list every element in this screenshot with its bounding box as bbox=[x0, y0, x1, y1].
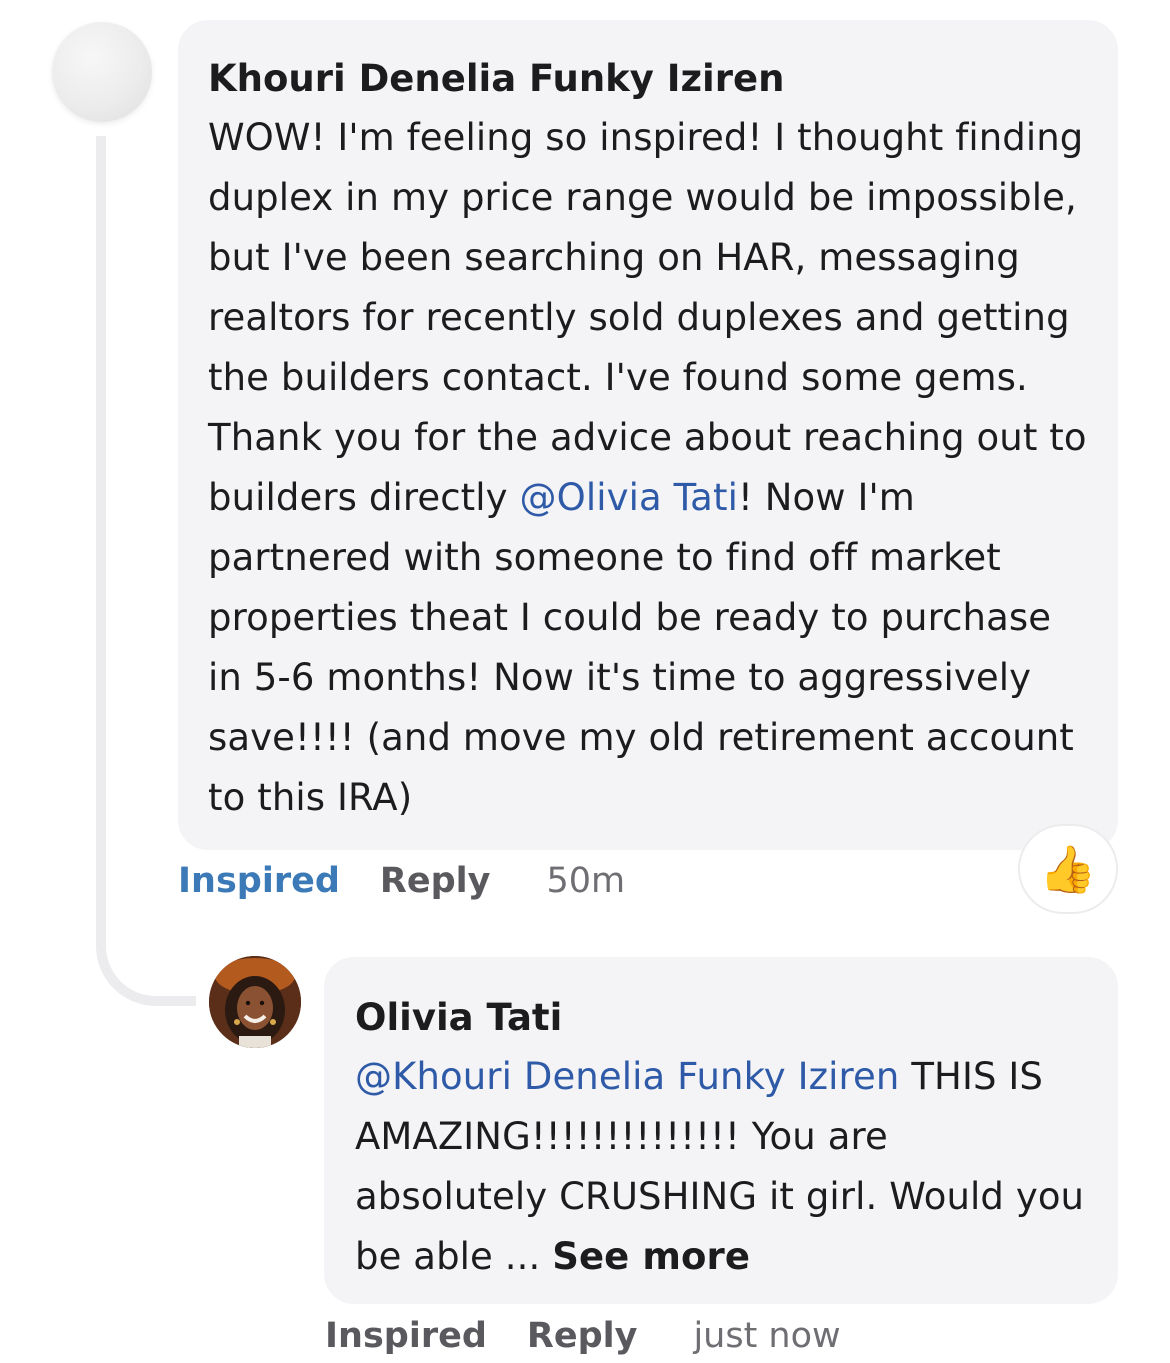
thumbs-up-icon: 👍 bbox=[1039, 842, 1097, 896]
comment-actions: Inspired Reply 50m bbox=[178, 856, 625, 906]
comment-text-part: WOW! I'm feeling so inspired! I thought … bbox=[208, 116, 1087, 519]
inspired-button[interactable]: Inspired bbox=[178, 861, 340, 901]
comment-text: WOW! I'm feeling so inspired! I thought … bbox=[208, 108, 1088, 828]
avatar[interactable] bbox=[209, 956, 301, 1048]
avatar[interactable] bbox=[52, 22, 152, 122]
mention-link[interactable]: @Olivia Tati bbox=[520, 476, 738, 519]
comment-text-part: ! Now I'm partnered with someone to find… bbox=[208, 476, 1074, 819]
timestamp: 50m bbox=[546, 861, 626, 901]
reply-button[interactable]: Reply bbox=[380, 861, 491, 901]
reply-button[interactable]: Reply bbox=[527, 1316, 638, 1356]
reply-bubble: Olivia Tati @Khouri Denelia Funky Iziren… bbox=[324, 957, 1118, 1304]
comment-bubble: Khouri Denelia Funky Iziren WOW! I'm fee… bbox=[178, 20, 1118, 850]
reply-text: @Khouri Denelia Funky Iziren THIS IS AMA… bbox=[355, 1047, 1088, 1287]
reply-actions: Inspired Reply just now bbox=[325, 1311, 841, 1361]
inspired-button[interactable]: Inspired bbox=[325, 1316, 487, 1356]
comment-author[interactable]: Khouri Denelia Funky Iziren bbox=[208, 50, 1088, 108]
timestamp: just now bbox=[693, 1316, 841, 1356]
see-more-link[interactable]: See more bbox=[552, 1235, 750, 1278]
reaction-badge[interactable]: 👍 bbox=[1020, 826, 1116, 912]
mention-link[interactable]: @Khouri Denelia Funky Iziren bbox=[355, 1055, 899, 1098]
reply-author[interactable]: Olivia Tati bbox=[355, 989, 1088, 1047]
